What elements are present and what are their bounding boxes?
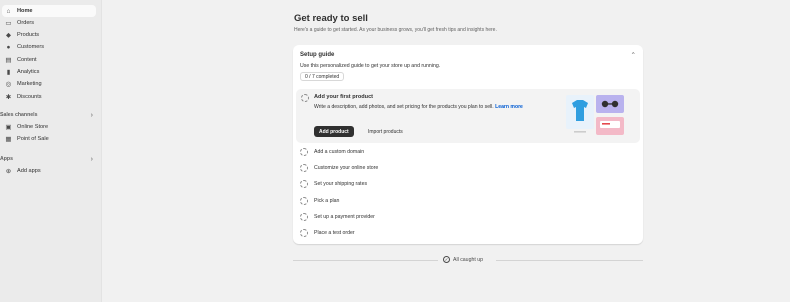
page-subtitle: Here's a guide to get started. As your b… — [294, 27, 497, 33]
sidebar-divider — [101, 0, 102, 302]
task-title: Add your first product — [314, 94, 374, 100]
sidebar-item-label: Home — [17, 8, 33, 14]
sidebar-item-label: Point of Sale — [17, 136, 49, 142]
sales-channels-label: Sales channels — [0, 112, 38, 118]
task-pick-plan[interactable]: Pick a plan — [300, 196, 600, 206]
task-checkbox[interactable] — [300, 180, 308, 188]
chevron-right-icon: › — [90, 111, 93, 119]
task-shipping-rates[interactable]: Set your shipping rates — [300, 179, 600, 189]
setup-guide-description: Use this personalized guide to get your … — [300, 63, 441, 69]
sidebar-item-label: Products — [17, 32, 40, 38]
sidebar-item-label: Customers — [17, 44, 45, 50]
import-products-button[interactable]: Import products — [368, 126, 403, 137]
divider-right — [496, 260, 643, 261]
bar-chart-icon: ▮ — [6, 69, 11, 76]
sidebar-item-label: Analytics — [17, 69, 40, 75]
pos-icon: ▦ — [5, 136, 12, 143]
task-label: Set your shipping rates — [314, 181, 368, 187]
task-test-order[interactable]: Place a test order — [300, 228, 600, 238]
store-icon: ▣ — [5, 124, 12, 131]
add-product-button[interactable]: Add product — [314, 126, 354, 137]
task-body-text: Write a description, add photos, and set… — [314, 104, 494, 110]
task-label: Pick a plan — [314, 198, 340, 204]
task-label: Set up a payment provider — [314, 214, 375, 220]
sidebar-item-content[interactable]: ▤ Content — [2, 54, 96, 66]
sidebar-item-discounts[interactable]: ✱ Discounts — [2, 91, 96, 103]
home-icon: ⌂ — [6, 7, 11, 15]
tag-icon: ◆ — [6, 32, 11, 39]
person-icon: ● — [6, 43, 11, 51]
task-add-custom-domain[interactable]: Add a custom domain — [300, 147, 600, 157]
task-checkbox[interactable] — [300, 148, 308, 156]
sidebar-item-marketing[interactable]: ◎ Marketing — [2, 78, 96, 90]
setup-guide-title: Setup guide — [300, 52, 335, 58]
chevron-up-icon[interactable]: ⌃ — [631, 51, 636, 59]
sales-channels-header[interactable]: Sales channels › — [0, 110, 96, 120]
task-checkbox[interactable] — [300, 229, 308, 237]
sidebar-item-label: Discounts — [17, 94, 42, 100]
caught-up-message: ✓ All caught up — [443, 256, 483, 263]
task-label: Customize your online store — [314, 165, 379, 171]
task-add-first-product[interactable]: Add your first product Write a descripti… — [296, 89, 640, 143]
check-circle-icon: ✓ — [443, 256, 450, 263]
sidebar-item-online-store[interactable]: ▣ Online Store — [2, 121, 96, 133]
sidebar-item-label: Online Store — [17, 124, 49, 130]
task-checkbox[interactable] — [300, 197, 308, 205]
plus-circle-icon: ⊕ — [5, 168, 12, 175]
sidebar-item-label: Orders — [17, 20, 35, 26]
product-illustration — [566, 95, 624, 135]
sidebar-item-label: Content — [17, 57, 37, 63]
chevron-right-icon: › — [90, 155, 93, 163]
sidebar-item-point-of-sale[interactable]: ▦ Point of Sale — [2, 133, 96, 145]
task-label: Place a test order — [314, 230, 355, 236]
learn-more-link[interactable]: Learn more — [495, 104, 523, 110]
target-icon: ◎ — [5, 81, 12, 88]
apps-header[interactable]: Apps › — [0, 154, 96, 164]
sidebar-item-products[interactable]: ◆ Products — [2, 29, 96, 41]
sidebar-item-analytics[interactable]: ▮ Analytics — [2, 66, 96, 78]
task-checkbox[interactable] — [301, 94, 309, 102]
content-icon: ▤ — [5, 57, 12, 64]
apps-label: Apps — [0, 156, 13, 162]
task-description: Write a description, add photos, and set… — [314, 104, 532, 112]
sidebar-item-customers[interactable]: ● Customers — [2, 41, 96, 53]
task-checkbox[interactable] — [300, 164, 308, 172]
setup-guide-card: Setup guide ⌃ Use this personalized guid… — [293, 45, 643, 244]
task-label: Add a custom domain — [314, 149, 365, 155]
progress-badge: 0 / 7 completed — [300, 72, 345, 81]
task-checkbox[interactable] — [300, 213, 308, 221]
page-title: Get ready to sell — [294, 13, 368, 24]
sidebar-item-add-apps[interactable]: ⊕ Add apps — [2, 165, 96, 177]
sidebar-item-label: Add apps — [17, 168, 41, 174]
discount-icon: ✱ — [5, 94, 12, 101]
task-payment-provider[interactable]: Set up a payment provider — [300, 212, 600, 222]
all-caught-up: ✓ All caught up — [293, 255, 643, 265]
inbox-icon: ▭ — [5, 20, 12, 27]
sidebar-item-orders[interactable]: ▭ Orders — [2, 17, 96, 29]
sidebar: ⌂ Home ▭ Orders ◆ Products ● Customers ▤… — [0, 0, 101, 302]
divider-left — [293, 260, 438, 261]
sidebar-item-home[interactable]: ⌂ Home — [2, 5, 96, 17]
sidebar-item-label: Marketing — [17, 81, 42, 87]
caught-up-label: All caught up — [453, 256, 483, 263]
task-customize-store[interactable]: Customize your online store — [300, 163, 600, 173]
